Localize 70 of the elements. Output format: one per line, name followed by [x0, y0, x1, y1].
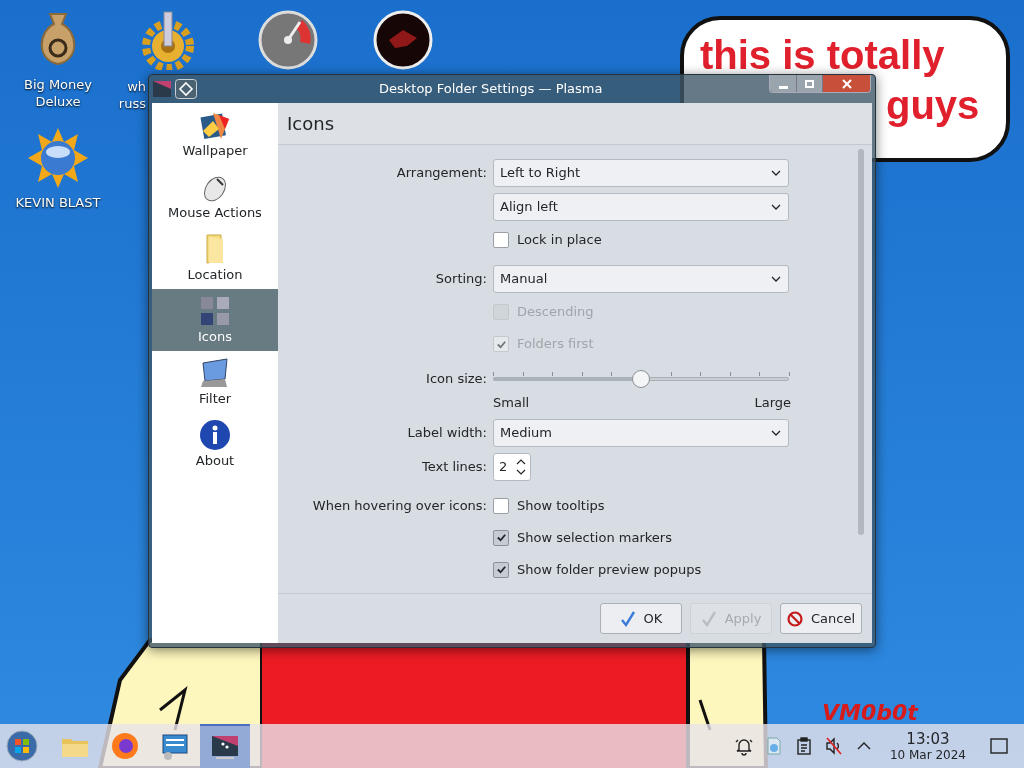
- checkbox-label: Show selection markers: [517, 528, 672, 547]
- sidebar-item[interactable]: About: [152, 413, 278, 475]
- checkbox-label: Show folder preview popups: [517, 560, 702, 579]
- checkbox[interactable]: [493, 561, 509, 578]
- firefox-icon: [110, 731, 140, 761]
- signature-text: VM0b0t: [822, 702, 918, 724]
- cancel-icon: [786, 610, 803, 627]
- sun-globe-icon: [28, 128, 88, 188]
- checkmark-icon: [619, 610, 636, 627]
- checkbox-label: Folders first: [517, 335, 594, 354]
- field-label: Arrangement:: [396, 164, 487, 182]
- bubble-text: this is totally: [700, 32, 945, 78]
- field-label: Label width:: [407, 423, 487, 442]
- icons-icon: [199, 295, 231, 327]
- app-icon[interactable]: [153, 81, 171, 97]
- field-label: Text lines:: [421, 457, 487, 476]
- window-title: Desktop Folder Settings — Plasma: [379, 80, 603, 99]
- dialog-button[interactable]: OK: [600, 603, 682, 634]
- dropdown[interactable]: Left to Right: [493, 159, 789, 187]
- field-label: When hovering over icons:: [312, 496, 487, 515]
- filter-icon: [199, 357, 231, 389]
- check-icon: [495, 338, 507, 350]
- checkmark-icon: [700, 610, 717, 627]
- check-icon: [495, 564, 507, 575]
- network-settings-icon: [160, 731, 190, 761]
- minimize-button[interactable]: [770, 75, 796, 92]
- maximize-button[interactable]: [796, 75, 822, 92]
- bell-icon[interactable]: [733, 736, 754, 756]
- checkbox-label: Show tooltips: [517, 496, 605, 515]
- slider-min-label: Small: [493, 394, 530, 412]
- sidebar-item[interactable]: Filter: [152, 351, 278, 413]
- field-label: Sorting:: [435, 270, 487, 288]
- desktop-icon-label: russ: [118, 95, 146, 112]
- scrollbar[interactable]: [858, 149, 864, 535]
- dropdown[interactable]: Manual: [493, 265, 789, 293]
- slider-track[interactable]: [493, 369, 789, 389]
- start-orb-icon[interactable]: [6, 730, 38, 762]
- desktop-icon-label: Big Money: [24, 76, 92, 93]
- desktop-icon-label: Deluxe: [35, 93, 81, 110]
- sidebar-item[interactable]: Wallpaper: [152, 103, 278, 165]
- check-icon: [495, 532, 507, 543]
- dialog-button[interactable]: Cancel: [780, 603, 862, 634]
- bubble-text: guys: [886, 82, 980, 128]
- pin-icon[interactable]: [175, 79, 197, 99]
- muted-speaker-icon[interactable]: [823, 736, 844, 756]
- sidebar-item[interactable]: Icons: [152, 289, 278, 351]
- checkbox[interactable]: [493, 529, 509, 546]
- page-title: Icons: [287, 112, 334, 136]
- gauge-icon: [258, 10, 318, 70]
- checkbox[interactable]: [493, 232, 509, 248]
- desktop-icon-label: wh: [127, 78, 146, 95]
- checkbox[interactable]: [493, 497, 509, 514]
- clock[interactable]: 13:03 10 Mar 2024: [889, 730, 966, 762]
- dropdown[interactable]: Align left: [493, 193, 789, 221]
- info-icon: [199, 419, 231, 451]
- checkbox-label: Descending: [517, 303, 594, 322]
- close-icon: [841, 79, 852, 89]
- spin-box[interactable]: 2: [493, 452, 531, 481]
- field-label: Icon size:: [426, 370, 487, 388]
- slider-max-label: Large: [754, 394, 791, 412]
- dark-orb-icon: [373, 10, 433, 70]
- dropdown[interactable]: Medium: [493, 418, 789, 447]
- desktop-icon-label: KEVIN BLAST: [15, 194, 101, 211]
- sidebar-item[interactable]: Location: [152, 227, 278, 289]
- sidebar-item[interactable]: Mouse Actions: [152, 165, 278, 227]
- close-button[interactable]: [822, 75, 870, 92]
- checkbox-label: Lock in place: [517, 231, 602, 250]
- slider-handle[interactable]: [632, 370, 650, 388]
- taskbar-app[interactable]: [200, 724, 250, 768]
- show-desktop-icon[interactable]: [990, 738, 1008, 754]
